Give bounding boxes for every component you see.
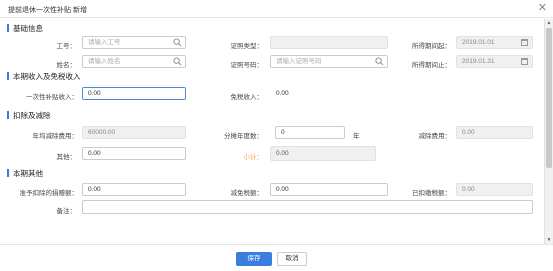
- scroll-up-arrow-icon[interactable]: ▲: [545, 19, 553, 27]
- subtotal-value: 0.00: [276, 150, 289, 157]
- subsidy-income-label: 一次性补贴收入：: [26, 94, 78, 101]
- prepaid-tax-input: 0.00: [456, 183, 533, 196]
- subsidy-income-value: 0.00: [88, 90, 101, 97]
- other-deduction-value: 0.00: [88, 150, 101, 157]
- tax-relief-value: 0.00: [276, 186, 289, 193]
- search-icon[interactable]: [173, 57, 182, 66]
- tax-free-income-value: 0.00: [276, 90, 289, 97]
- scrollbar-thumb[interactable]: [546, 28, 552, 168]
- dialog-footer: 保存 取消: [0, 244, 553, 271]
- donation-input[interactable]: 0.00: [82, 183, 186, 196]
- tax-relief-label: 减免税额：: [230, 190, 264, 197]
- form-body: 基础信息 工号： 请输入工号 证照类型： 所得期间起： 2019.01.01 姓…: [0, 19, 553, 244]
- calendar-icon[interactable]: [521, 58, 528, 65]
- remark-label: 备注：: [56, 208, 77, 215]
- annual-deduction-input: 60000.00: [82, 126, 186, 139]
- deduction-fee-value: 0.00: [462, 129, 475, 136]
- period-end-input[interactable]: 2019.01.31: [456, 55, 533, 68]
- tax-relief-input[interactable]: 0.00: [270, 183, 388, 196]
- section-marker: [7, 111, 9, 119]
- period-end-value: 2019.01.31: [462, 58, 495, 65]
- tax-free-income-input[interactable]: 0.00: [270, 87, 350, 100]
- deduction-fee-input: 0.00: [456, 126, 533, 139]
- section-basic-info: 基础信息: [7, 23, 43, 34]
- section-deduction: 扣除及减除: [7, 110, 51, 121]
- years-unit-label: 年: [353, 133, 360, 140]
- subtotal-label: 小计：: [243, 154, 264, 161]
- id-type-label: 证照类型：: [230, 43, 264, 50]
- name-label: 姓名：: [56, 62, 77, 69]
- employee-id-label: 工号：: [56, 43, 77, 50]
- period-end-label: 所得期间止：: [412, 62, 451, 69]
- deduction-fee-label: 减除费用：: [418, 133, 452, 140]
- prepaid-tax-label: 已扣缴税额：: [412, 190, 451, 197]
- employee-id-placeholder: 请输入工号: [88, 39, 121, 46]
- donation-value: 0.00: [88, 186, 101, 193]
- subtotal-value-box: 0.00: [270, 146, 376, 161]
- allocation-years-input[interactable]: 0: [275, 126, 345, 139]
- section-marker: [7, 24, 9, 32]
- vertical-scrollbar[interactable]: ▲ ▼: [544, 19, 553, 244]
- name-input[interactable]: 请输入姓名: [82, 55, 186, 68]
- close-icon[interactable]: ✕: [538, 2, 547, 14]
- search-icon[interactable]: [173, 38, 182, 47]
- annual-deduction-label: 年均减除费用：: [32, 133, 79, 140]
- prepaid-tax-value: 0.00: [462, 186, 475, 193]
- cancel-button[interactable]: 取消: [277, 252, 307, 266]
- employee-id-input[interactable]: 请输入工号: [82, 36, 186, 49]
- tax-free-income-label: 免税收入：: [230, 94, 264, 101]
- period-start-input[interactable]: 2019.01.01: [456, 36, 533, 49]
- annual-deduction-value: 60000.00: [88, 129, 116, 136]
- other-deduction-label: 其他：: [56, 154, 77, 161]
- allocation-years-value: 0: [281, 129, 285, 136]
- scroll-down-arrow-icon[interactable]: ▼: [545, 236, 553, 244]
- search-icon[interactable]: [375, 57, 384, 66]
- period-start-label: 所得期间起：: [412, 43, 451, 50]
- allocation-years-label: 分摊年度数：: [224, 133, 263, 140]
- id-type-select[interactable]: [270, 36, 388, 49]
- section-marker: [7, 72, 9, 80]
- calendar-icon[interactable]: [521, 39, 528, 46]
- section-title: 基础信息: [13, 24, 43, 33]
- save-button[interactable]: 保存: [236, 252, 272, 266]
- period-start-value: 2019.01.01: [462, 39, 495, 46]
- name-placeholder: 请输入姓名: [88, 58, 121, 65]
- section-title: 扣除及减除: [13, 111, 51, 120]
- other-deduction-input[interactable]: 0.00: [82, 147, 186, 160]
- id-number-placeholder: 请输入证照号码: [276, 58, 322, 65]
- section-title: 本期其他: [13, 169, 43, 178]
- dialog-title: 提前退休一次性补贴 新增: [8, 7, 87, 14]
- subsidy-dialog: 提前退休一次性补贴 新增 ✕ 基础信息 工号： 请输入工号 证照类型： 所得期间…: [0, 0, 553, 271]
- subsidy-income-input[interactable]: 0.00: [82, 87, 186, 100]
- section-marker: [7, 169, 9, 177]
- remark-input[interactable]: [82, 200, 533, 214]
- donation-label: 准予扣除的捐赠额：: [19, 190, 79, 197]
- section-title: 本期收入及免税收入: [13, 72, 81, 81]
- id-number-input[interactable]: 请输入证照号码: [270, 55, 388, 68]
- id-number-label: 证照号码：: [230, 62, 264, 69]
- dialog-titlebar: 提前退休一次性补贴 新增 ✕: [0, 0, 553, 18]
- section-income: 本期收入及免税收入: [7, 71, 81, 82]
- section-other: 本期其他: [7, 168, 43, 179]
